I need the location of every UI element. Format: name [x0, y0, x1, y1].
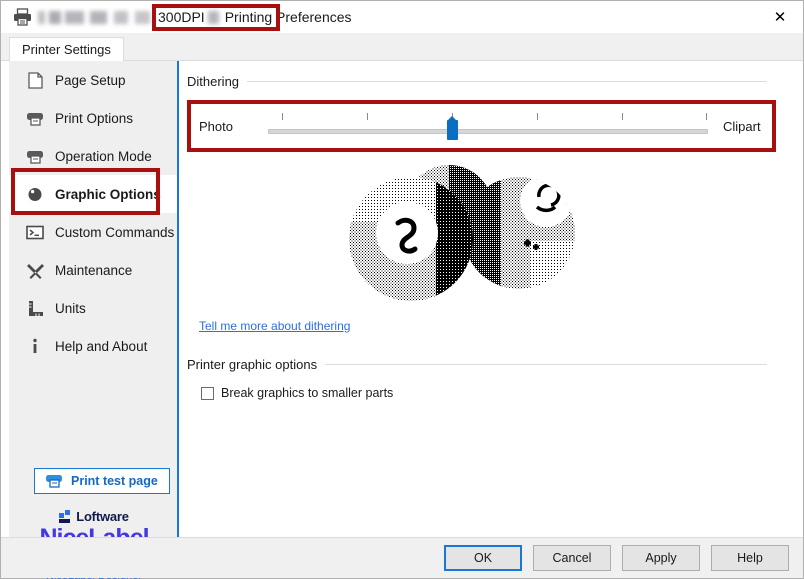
sidebar-item-label: Custom Commands — [55, 225, 174, 240]
slider-tick — [706, 113, 707, 120]
printer-icon — [23, 145, 47, 167]
printing-preferences-dialog: 300DPI Printing Preferences ✕ Printer Se… — [0, 0, 804, 579]
title-bar: 300DPI Printing Preferences ✕ — [1, 1, 803, 33]
divider — [247, 81, 767, 82]
tell-me-more-about-dithering-link[interactable]: Tell me more about dithering — [199, 319, 350, 333]
sidebar-item-label: Graphic Options — [55, 187, 161, 202]
print-test-page-button[interactable]: Print test page — [34, 468, 170, 494]
cancel-button[interactable]: Cancel — [533, 545, 611, 571]
sidebar-item-custom-commands[interactable]: Custom Commands — [9, 213, 177, 251]
apply-button[interactable]: Apply — [622, 545, 700, 571]
content-pane: Dithering Photo Clipart — [181, 61, 795, 539]
loftware-wordmark: Loftware — [76, 509, 129, 524]
slider-thumb[interactable] — [447, 120, 458, 140]
sidebar-item-graphic-options[interactable]: Graphic Options — [9, 175, 177, 213]
window-title: Printing Preferences — [225, 9, 352, 25]
slider-track[interactable] — [268, 129, 708, 134]
sidebar-item-help-and-about[interactable]: Help and About — [9, 327, 177, 365]
tools-icon — [23, 259, 47, 281]
loftware-mark-icon — [59, 510, 72, 523]
page-icon — [23, 69, 47, 91]
tab-strip: Printer Settings — [1, 33, 803, 61]
dithering-slider-row: Photo Clipart — [193, 109, 773, 149]
help-button[interactable]: Help — [711, 545, 789, 571]
printer-graphic-options-group-header: Printer graphic options — [187, 357, 767, 372]
loftware-logo: Loftware — [9, 509, 179, 524]
printer-icon — [11, 7, 33, 27]
sidebar-item-label: Print Options — [55, 111, 133, 126]
break-graphics-label: Break graphics to smaller parts — [221, 386, 393, 400]
ok-button[interactable]: OK — [444, 545, 522, 571]
slider-tick — [622, 113, 623, 120]
sidebar-item-maintenance[interactable]: Maintenance — [9, 251, 177, 289]
slider-ticks — [268, 113, 708, 122]
tab-printer-settings[interactable]: Printer Settings — [9, 37, 124, 61]
printer-icon — [45, 472, 63, 491]
slider-left-label: Photo — [199, 119, 233, 134]
sidebar-item-operation-mode[interactable]: Operation Mode — [9, 137, 177, 175]
console-icon — [23, 221, 47, 243]
break-graphics-row[interactable]: Break graphics to smaller parts — [201, 386, 393, 400]
break-graphics-checkbox[interactable] — [201, 387, 214, 400]
dialog-footer: OK Cancel Apply Help — [1, 537, 803, 578]
sphere-icon — [23, 183, 47, 205]
sidebar-item-label: Page Setup — [55, 73, 126, 88]
sidebar-item-label: Help and About — [55, 339, 147, 354]
sidebar-item-label: Operation Mode — [55, 149, 152, 164]
title-dpi-text: 300DPI — [158, 9, 205, 25]
printer-graphic-options-label: Printer graphic options — [187, 357, 317, 372]
sidebar-item-label: Maintenance — [55, 263, 132, 278]
sidebar-item-label: Units — [55, 301, 86, 316]
slider-tick — [367, 113, 368, 120]
slider-right-label: Clipart — [723, 119, 761, 134]
redacted-suffix — [208, 11, 219, 24]
sidebar-item-print-options[interactable]: Print Options — [9, 99, 177, 137]
dithering-preview-image — [341, 161, 593, 309]
dithering-slider[interactable] — [268, 109, 708, 149]
close-icon[interactable]: ✕ — [757, 1, 803, 32]
info-icon — [23, 335, 47, 357]
redacted-printer-name — [38, 11, 156, 24]
sidebar: Page Setup Print Options Operation M — [9, 61, 179, 539]
sidebar-item-units[interactable]: Units — [9, 289, 177, 327]
dithering-group-header: Dithering — [187, 74, 767, 89]
divider — [325, 364, 767, 365]
ruler-icon — [23, 297, 47, 319]
sidebar-item-page-setup[interactable]: Page Setup — [9, 61, 177, 99]
slider-tick — [282, 113, 283, 120]
print-test-page-label: Print test page — [71, 474, 158, 488]
printer-icon — [23, 107, 47, 129]
dithering-group-label: Dithering — [187, 74, 239, 89]
slider-tick — [537, 113, 538, 120]
